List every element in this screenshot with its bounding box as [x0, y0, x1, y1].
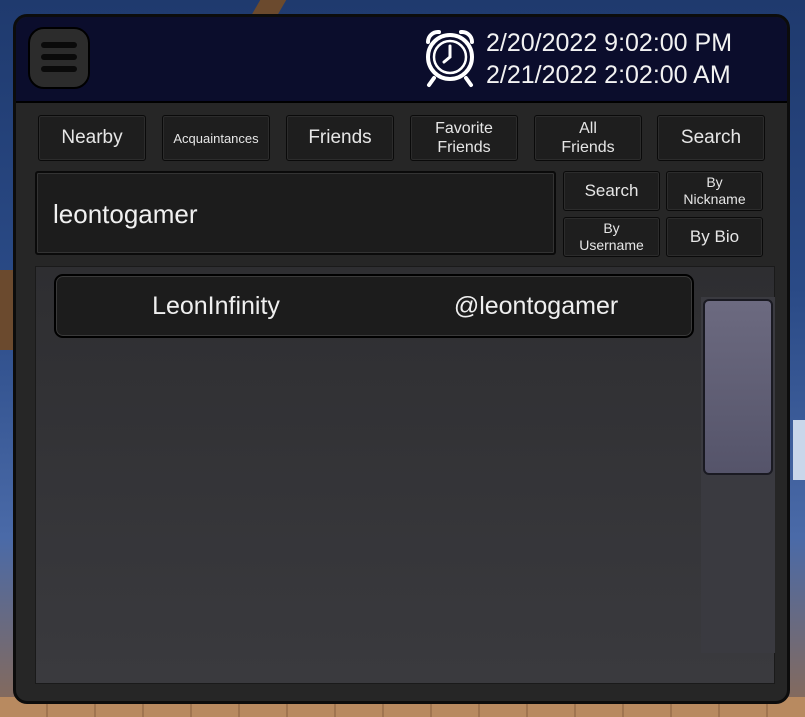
by-nickname-button[interactable]: By Nickname	[666, 171, 763, 211]
by-username-button[interactable]: By Username	[563, 217, 660, 257]
tab-favorite-friends-label-2: Friends	[437, 139, 491, 156]
results-list: LeonInfinity @leontogamer	[35, 266, 775, 684]
header-bar: 2/20/2022 9:02:00 PM 2/21/2022 2:02:00 A…	[16, 17, 787, 103]
tab-acquaintances-label: Acquaintances	[173, 130, 259, 146]
by-bio-label: By Bio	[689, 227, 740, 246]
tab-all-friends-label: All Friends	[561, 119, 614, 157]
search-input[interactable]	[51, 173, 545, 255]
by-nickname-label-1: By	[706, 174, 723, 190]
friends-panel: 2/20/2022 9:02:00 PM 2/21/2022 2:02:00 A…	[13, 14, 790, 704]
list-item[interactable]: LeonInfinity @leontogamer	[54, 274, 694, 338]
tab-favorite-friends-label: Favorite Friends	[435, 119, 493, 157]
tab-all-friends-label-1: All	[579, 120, 597, 137]
tab-favorite-friends[interactable]: Favorite Friends	[410, 115, 518, 161]
tab-acquaintances[interactable]: Acquaintances	[162, 115, 270, 161]
search-field-container	[35, 171, 556, 255]
search-button[interactable]: Search	[563, 171, 660, 211]
tab-nearby[interactable]: Nearby	[38, 115, 146, 161]
tab-friends[interactable]: Friends	[286, 115, 394, 161]
by-username-label-1: By	[603, 220, 620, 236]
scrollbar-thumb[interactable]	[703, 299, 773, 475]
search-button-label: Search	[584, 181, 639, 200]
tab-nearby-label: Nearby	[61, 127, 123, 148]
tab-favorite-friends-label-1: Favorite	[435, 120, 493, 137]
result-username: @leontogamer	[453, 291, 619, 320]
scrollbar-track[interactable]	[701, 297, 775, 653]
date-line-2: 2/21/2022 2:02:00 AM	[486, 61, 731, 89]
by-bio-button[interactable]: By Bio	[666, 217, 763, 257]
menu-button[interactable]	[28, 27, 90, 89]
tab-search[interactable]: Search	[657, 115, 765, 161]
by-username-label: By Username	[579, 220, 644, 254]
by-nickname-label-2: Nickname	[683, 191, 746, 207]
background-beam-left	[0, 270, 14, 350]
datetime-display: 2/20/2022 9:02:00 PM 2/21/2022 2:02:00 A…	[486, 27, 732, 91]
tab-search-label: Search	[680, 127, 742, 148]
tab-all-friends[interactable]: All Friends	[534, 115, 642, 161]
tab-all-friends-label-2: Friends	[561, 139, 615, 156]
background-light	[793, 420, 805, 480]
date-line-1: 2/20/2022 9:02:00 PM	[486, 29, 733, 57]
by-username-label-2: Username	[579, 237, 644, 253]
alarm-clock-icon	[425, 29, 475, 87]
tab-friends-label: Friends	[308, 127, 372, 148]
by-nickname-label: By Nickname	[683, 174, 745, 208]
result-nickname: LeonInfinity	[152, 291, 280, 320]
